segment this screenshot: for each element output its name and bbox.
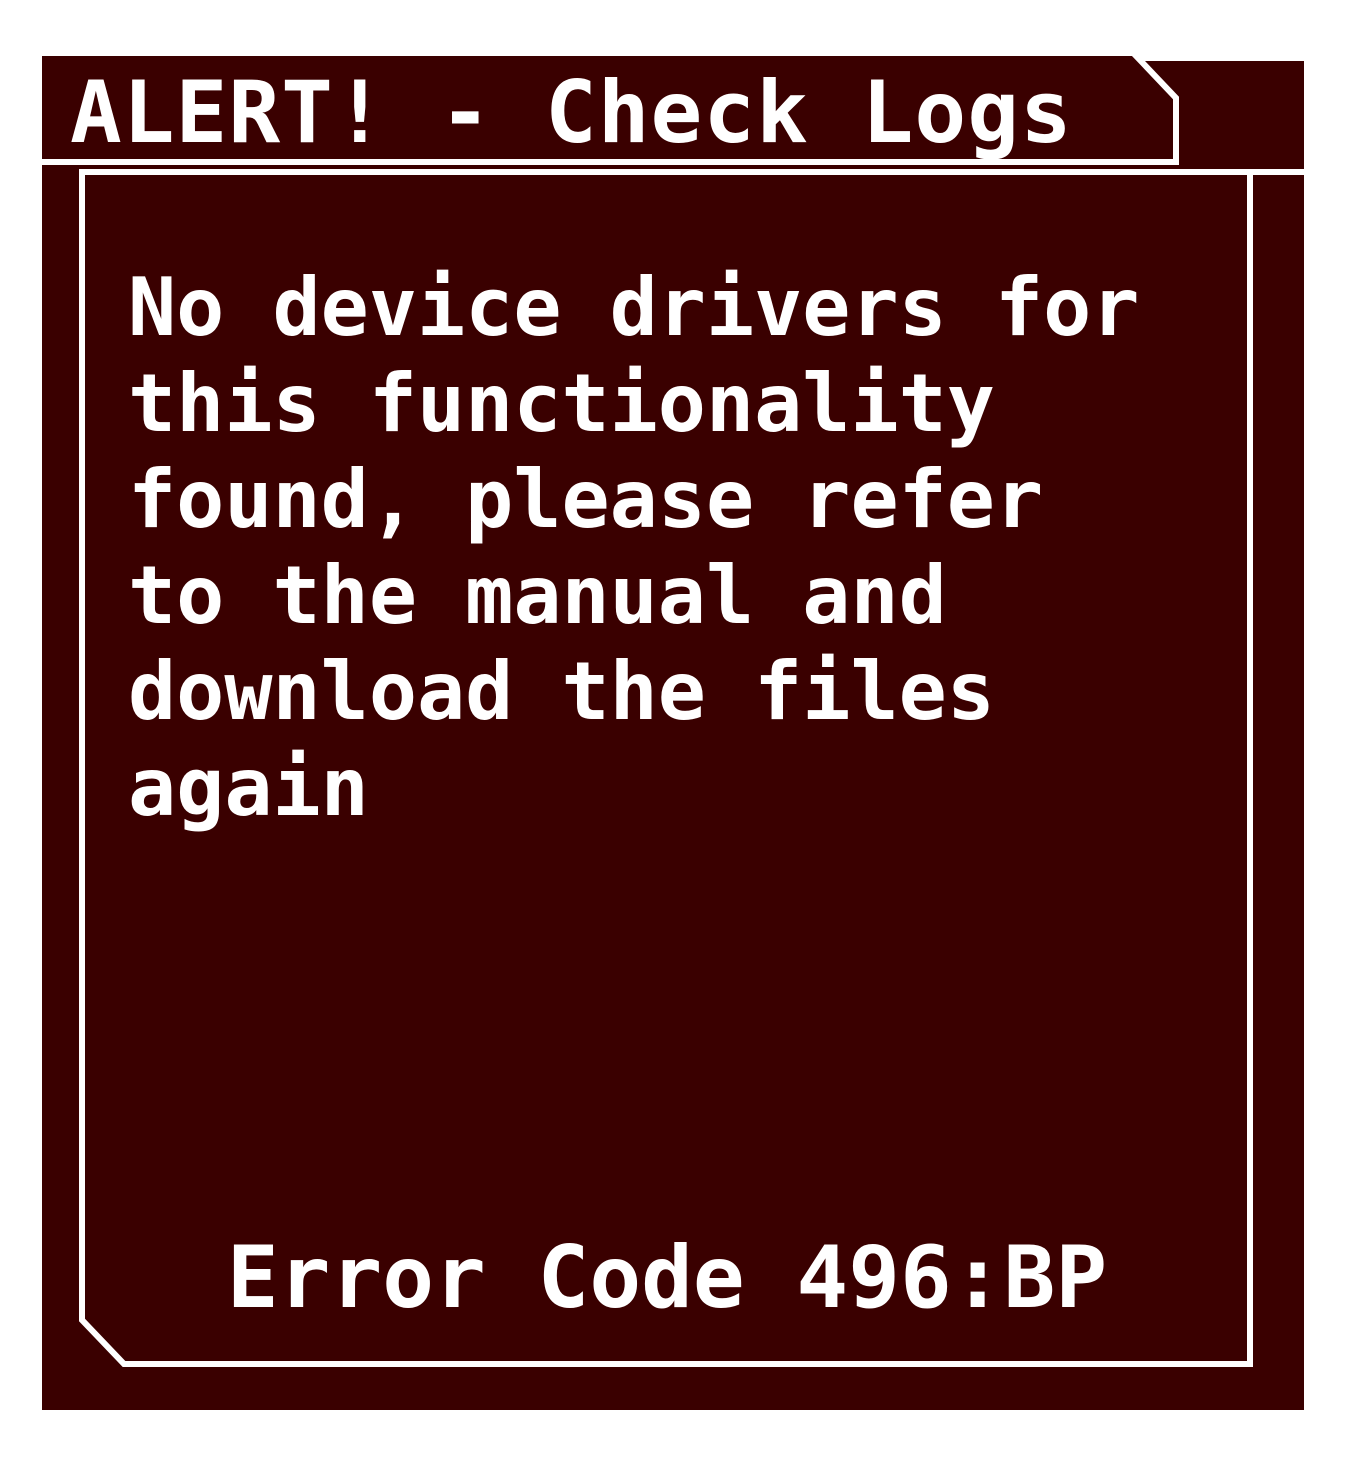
alert-dialog: ALERT! - Check Logs No device drivers fo… <box>42 56 1304 1410</box>
alert-message: No device drivers for this functionality… <box>128 261 1140 834</box>
dialog-title: ALERT! - Check Logs <box>70 63 1073 163</box>
error-code-label: Error Code 496:BP <box>226 1228 1108 1328</box>
